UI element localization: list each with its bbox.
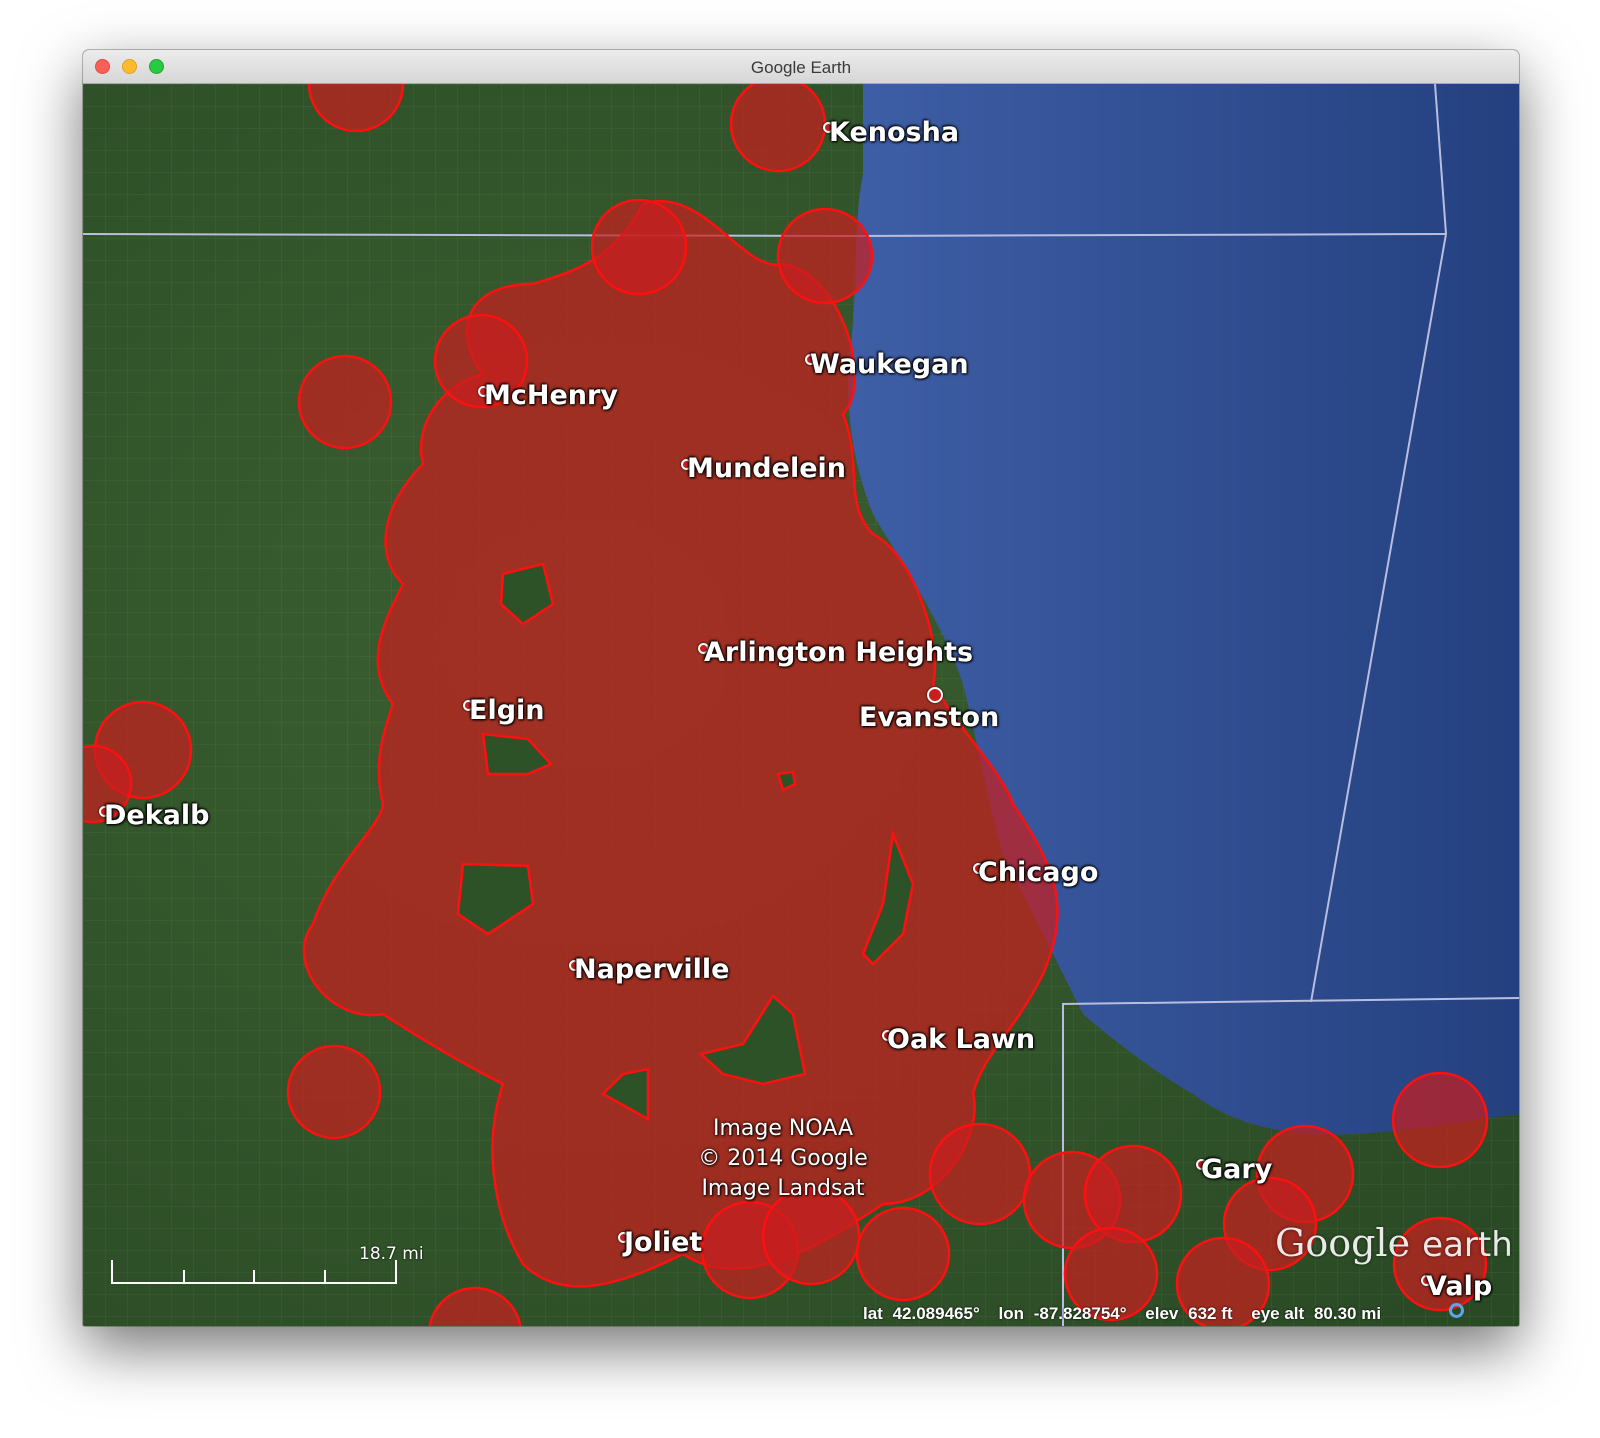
title-bar[interactable]: Google Earth (83, 50, 1519, 84)
city-label-evanston[interactable]: Evanston (859, 702, 999, 733)
google-earth-window: Google Earth Kenosha Waukegan McHenry Mu… (83, 50, 1519, 1326)
attribution-line: Image Landsat (701, 1176, 865, 1201)
elev-label: elev (1145, 1304, 1179, 1323)
city-label-chicago[interactable]: Chicago (978, 857, 1098, 888)
city-pin[interactable] (927, 687, 943, 703)
lat-value: 42.089465° (892, 1304, 980, 1323)
city-label-kenosha[interactable]: Kenosha (829, 117, 959, 148)
lon-value: -87.828754° (1033, 1304, 1127, 1323)
eye-alt-value: 80.30 mi (1313, 1304, 1382, 1323)
coordinate-status-bar: lat 42.089465° lon -87.828754° elev 632 … (863, 1304, 1386, 1324)
loading-indicator-icon (1449, 1303, 1464, 1318)
attribution-line: © 2014 Google (698, 1146, 868, 1171)
city-label-elgin[interactable]: Elgin (469, 695, 545, 726)
city-label-waukegan[interactable]: Waukegan (810, 349, 969, 380)
eye-alt-label: eye alt (1251, 1304, 1305, 1323)
attribution-line: Image NOAA (713, 1116, 853, 1141)
city-label-mundelein[interactable]: Mundelein (687, 453, 846, 484)
city-label-mchenry[interactable]: McHenry (484, 380, 618, 411)
imagery-attribution: Image NOAA © 2014 Google Image Landsat (673, 1114, 893, 1204)
window-title: Google Earth (750, 58, 852, 77)
scale-bar (111, 1260, 397, 1284)
google-earth-logo: Google earth (1275, 1221, 1513, 1265)
lon-label: lon (998, 1304, 1024, 1323)
logo-google: Google (1275, 1221, 1411, 1265)
city-label-naperville[interactable]: Naperville (574, 954, 729, 985)
elev-value: 632 ft (1188, 1304, 1233, 1323)
scale-tick (324, 1270, 326, 1282)
scale-tick (183, 1270, 185, 1282)
lat-label: lat (863, 1304, 883, 1323)
map-view[interactable]: Kenosha Waukegan McHenry Mundelein Arlin… (83, 84, 1519, 1326)
logo-earth: earth (1422, 1225, 1513, 1265)
city-label-gary[interactable]: Gary (1201, 1154, 1272, 1185)
city-label-valp[interactable]: Valp (1426, 1271, 1492, 1302)
city-label-oak-lawn[interactable]: Oak Lawn (887, 1024, 1035, 1055)
scale-tick (253, 1270, 255, 1282)
city-label-dekalb[interactable]: Dekalb (104, 800, 209, 831)
city-label-arlington-heights[interactable]: Arlington Heights (704, 637, 973, 668)
city-label-joliet[interactable]: Joliet (624, 1227, 702, 1258)
